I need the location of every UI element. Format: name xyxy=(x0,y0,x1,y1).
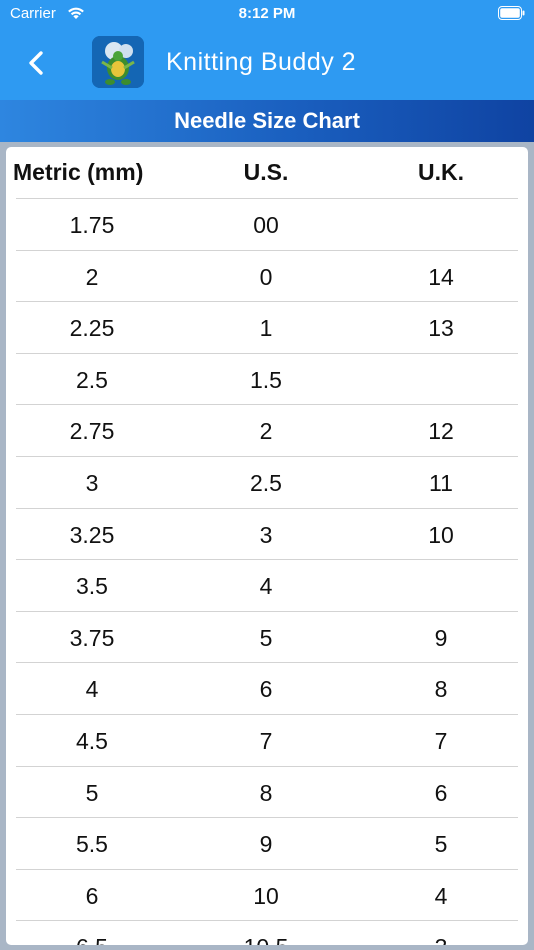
table-row: 1.75 00 xyxy=(6,198,528,250)
row-divider xyxy=(16,456,518,457)
cell-uk: 8 xyxy=(434,676,448,703)
row-divider xyxy=(16,765,518,767)
needle-size-table[interactable]: Metric (mm) U.S. U.K. 1.75 00 2 0 14 2.25 1 13 2… xyxy=(6,147,528,945)
section-title: Needle Size Chart xyxy=(0,100,534,142)
table-row: 3.75 5 9 xyxy=(6,610,528,663)
row-divider xyxy=(16,404,518,406)
cell-metric: 6.5 xyxy=(32,934,152,945)
row-divider xyxy=(16,662,518,664)
cell-us: 2.5 xyxy=(250,470,282,496)
cell-metric: 3.5 xyxy=(76,573,108,600)
cell-metric: 3 xyxy=(85,470,99,496)
cell-metric: 3.25 xyxy=(69,521,115,548)
row-divider xyxy=(16,198,518,199)
table-row: 4.5 7 7 xyxy=(6,714,528,766)
cell-us: 00 xyxy=(253,212,279,238)
cell-uk: 5 xyxy=(434,831,448,858)
cell-us: 3 xyxy=(259,521,273,548)
cell-metric: 2.5 xyxy=(76,366,108,393)
cell-us: 8 xyxy=(259,779,273,806)
battery-icon xyxy=(498,6,525,20)
cell-metric: 1.75 xyxy=(69,212,115,238)
cell-metric: 5 xyxy=(85,779,99,806)
table-row: 2 0 14 xyxy=(6,249,528,302)
row-divider xyxy=(16,817,518,819)
cell-uk: 3 xyxy=(381,934,501,945)
cell-uk: 7 xyxy=(434,728,448,754)
table-row: 3 2.5 11 xyxy=(6,456,528,508)
back-button[interactable] xyxy=(22,48,52,78)
cell-uk: 11 xyxy=(429,470,453,496)
cell-metric: 3.75 xyxy=(69,624,115,651)
row-divider xyxy=(16,301,518,303)
row-divider xyxy=(16,868,518,870)
cell-metric: 2.75 xyxy=(69,418,115,445)
table-row: 2.25 1 13 xyxy=(6,301,528,353)
cell-metric: 6 xyxy=(85,882,99,909)
cell-uk: 14 xyxy=(428,263,454,290)
cell-us: 7 xyxy=(259,728,273,754)
cell-us: 5 xyxy=(259,624,273,651)
cell-us: 4 xyxy=(259,573,273,600)
status-bar: Carrier 8:12 PM xyxy=(0,0,534,28)
cell-us: 9 xyxy=(259,831,273,858)
cell-us: 1.5 xyxy=(250,366,282,393)
cell-us: 10.5 xyxy=(206,934,326,945)
cell-us: 1 xyxy=(259,315,273,342)
clock: 8:12 PM xyxy=(238,5,296,22)
cell-metric: 4.5 xyxy=(76,728,108,754)
row-divider xyxy=(16,920,518,922)
table-header: Metric (mm) U.S. U.K. xyxy=(6,147,528,199)
nav-bar: Knitting Buddy 2 xyxy=(0,28,534,100)
cell-metric: 2.25 xyxy=(69,315,115,342)
cell-metric: 4 xyxy=(85,676,99,703)
row-divider xyxy=(16,559,518,561)
cell-metric: 2 xyxy=(85,263,99,290)
table-row: 5.5 9 5 xyxy=(6,817,528,869)
cell-us: 10 xyxy=(253,882,279,909)
column-header-us: U.S. xyxy=(243,159,289,185)
cell-uk: 4 xyxy=(434,882,448,909)
cell-uk: 6 xyxy=(434,779,448,806)
cell-metric: 5.5 xyxy=(76,831,108,858)
column-header-uk: U.K. xyxy=(418,159,464,185)
row-divider xyxy=(16,352,518,354)
row-divider xyxy=(16,714,518,715)
cell-uk: 9 xyxy=(434,624,448,651)
table-row: 2.5 1.5 xyxy=(6,352,528,405)
cell-us: 6 xyxy=(259,676,273,703)
table-row: 6.5 10.5 3 xyxy=(6,920,528,945)
table-row: 2.75 2 12 xyxy=(6,404,528,456)
row-divider xyxy=(16,610,518,612)
table-row: 4 6 8 xyxy=(6,662,528,714)
row-divider xyxy=(16,249,518,251)
row-divider xyxy=(16,507,518,509)
column-header-metric: Metric (mm) xyxy=(13,159,144,185)
table-row: 3.5 4 xyxy=(6,559,528,611)
cell-us: 0 xyxy=(259,263,273,290)
app-icon xyxy=(92,36,144,88)
table-row: 3.25 3 10 xyxy=(6,507,528,560)
cell-uk: 13 xyxy=(428,315,454,342)
nav-title: Knitting Buddy 2 xyxy=(166,48,357,76)
cell-uk: 10 xyxy=(428,521,454,548)
cell-uk: 12 xyxy=(428,418,454,445)
table-row: 5 8 6 xyxy=(6,765,528,818)
table-row: 6 10 4 xyxy=(6,868,528,921)
cell-us: 2 xyxy=(259,418,273,445)
